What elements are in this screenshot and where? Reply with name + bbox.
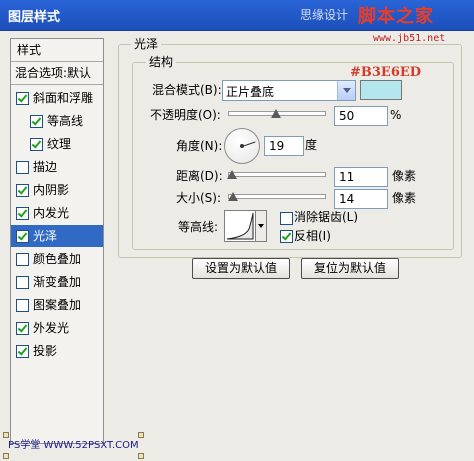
size-slider[interactable] — [228, 194, 326, 199]
chevron-down-icon[interactable] — [337, 81, 355, 100]
sidebar-item-label: 图案叠加 — [33, 298, 82, 312]
invert-label: 反相(I) — [294, 229, 331, 243]
reset-default-button[interactable]: 复位为默认值 — [301, 258, 399, 279]
watermark-corner — [138, 453, 144, 459]
blend-mode-select[interactable]: 正片叠底 — [222, 80, 356, 101]
section-title: 光泽 — [131, 37, 162, 51]
distance-value: 11 — [339, 170, 355, 184]
blend-options-item[interactable]: 混合选项:默认 — [11, 62, 103, 84]
sidebar-item-inner-glow[interactable]: 内发光 — [11, 202, 103, 224]
checkbox[interactable] — [16, 230, 29, 243]
divider — [11, 84, 103, 85]
sidebar-item-stroke[interactable]: 描边 — [11, 156, 103, 178]
checkbox[interactable] — [30, 138, 43, 151]
checkbox[interactable] — [30, 115, 43, 128]
checkbox[interactable] — [16, 253, 29, 266]
angle-input[interactable]: 19 — [264, 136, 304, 156]
antialias-checkbox[interactable] — [280, 212, 293, 225]
watermark-url: www.jb51.net — [373, 33, 446, 44]
checkbox[interactable] — [16, 92, 29, 105]
checkbox[interactable] — [16, 276, 29, 289]
size-label: 大小(S): — [176, 191, 222, 205]
sidebar-item-label: 光泽 — [33, 229, 58, 243]
checkbox[interactable] — [16, 299, 29, 312]
angle-indicator — [242, 141, 256, 147]
distance-label: 距离(D): — [176, 169, 223, 183]
title-bar: 图层样式 思缘设计 脚本之家 — [0, 0, 474, 31]
distance-input[interactable]: 11 — [334, 167, 388, 187]
sidebar-item-label: 外发光 — [33, 321, 70, 335]
size-slider-thumb[interactable] — [228, 192, 239, 201]
styles-header[interactable]: 样式 — [11, 39, 103, 61]
window-title: 图层样式 — [8, 10, 61, 25]
sidebar-item-satin[interactable]: 光泽 — [11, 225, 103, 247]
sidebar-item-label: 等高线 — [47, 114, 84, 128]
watermark-text: 思缘设计 — [300, 8, 349, 22]
sidebar-item-label: 纹理 — [47, 137, 72, 151]
size-input[interactable]: 14 — [334, 189, 388, 209]
sidebar-item-label: 内发光 — [33, 206, 70, 220]
sidebar-item-bevel-emboss[interactable]: 斜面和浮雕 — [11, 87, 103, 109]
styles-header-label: 样式 — [17, 43, 42, 57]
contour-dropdown[interactable] — [255, 210, 267, 242]
opacity-value: 50 — [339, 109, 355, 123]
checkbox[interactable] — [16, 345, 29, 358]
sidebar-item-contour[interactable]: 等高线 — [11, 110, 103, 132]
sidebar-item-outer-glow[interactable]: 外发光 — [11, 317, 103, 339]
set-default-button[interactable]: 设置为默认值 — [192, 258, 290, 279]
blend-mode-label: 混合模式(B): — [152, 83, 222, 97]
angle-label: 角度(N): — [176, 139, 223, 153]
sidebar-item-drop-shadow[interactable]: 投影 — [11, 340, 103, 362]
sidebar-item-label: 颜色叠加 — [33, 252, 82, 266]
sidebar-item-inner-shadow[interactable]: 内阴影 — [11, 179, 103, 201]
opacity-label: 不透明度(O): — [150, 108, 221, 122]
size-unit: 像素 — [392, 191, 417, 205]
sidebar-item-label: 渐变叠加 — [33, 275, 82, 289]
opacity-unit: % — [390, 108, 402, 122]
watermark-brand: 脚本之家 — [358, 6, 434, 27]
sidebar-item-gradient-overlay[interactable]: 渐变叠加 — [11, 271, 103, 293]
invert-checkbox[interactable] — [280, 230, 293, 243]
styles-list: 样式 混合选项:默认 斜面和浮雕 等高线 纹理 描边 内阴影 内发光 光泽 颜色… — [10, 38, 104, 444]
blend-mode-value: 正片叠底 — [226, 85, 275, 99]
contour-label: 等高线: — [178, 220, 219, 234]
angle-value: 19 — [269, 139, 285, 153]
angle-dial[interactable] — [224, 128, 260, 164]
opacity-input[interactable]: 50 — [334, 106, 388, 126]
sidebar-item-label: 投影 — [33, 344, 58, 358]
distance-unit: 像素 — [392, 169, 417, 183]
opacity-slider-thumb[interactable] — [271, 109, 281, 118]
checkbox[interactable] — [16, 161, 29, 174]
sidebar-item-texture[interactable]: 纹理 — [11, 133, 103, 155]
antialias-label: 消除锯齿(L) — [294, 210, 359, 224]
sidebar-item-label: 描边 — [33, 160, 58, 174]
structure-title: 结构 — [146, 55, 177, 69]
sidebar-item-pattern-overlay[interactable]: 图案叠加 — [11, 294, 103, 316]
contour-preview[interactable] — [224, 210, 256, 242]
checkbox[interactable] — [16, 184, 29, 197]
size-value: 14 — [339, 192, 355, 206]
distance-slider[interactable] — [228, 172, 326, 177]
sidebar-item-label: 内阴影 — [33, 183, 70, 197]
sidebar-item-color-overlay[interactable]: 颜色叠加 — [11, 248, 103, 270]
color-hex-label: #B3E6ED — [350, 65, 422, 80]
blend-options-label: 混合选项:默认 — [15, 66, 92, 80]
footer-watermark: PS学堂 WWW.52PSXT.COM — [8, 440, 139, 451]
sidebar-item-label: 斜面和浮雕 — [33, 91, 94, 105]
watermark-corner — [3, 453, 9, 459]
checkbox[interactable] — [16, 322, 29, 335]
contour-curve-icon — [226, 212, 254, 240]
watermark-corner — [138, 432, 144, 438]
distance-slider-thumb[interactable] — [227, 170, 238, 179]
angle-unit: 度 — [305, 138, 318, 152]
color-swatch[interactable] — [360, 80, 402, 100]
checkbox[interactable] — [16, 207, 29, 220]
